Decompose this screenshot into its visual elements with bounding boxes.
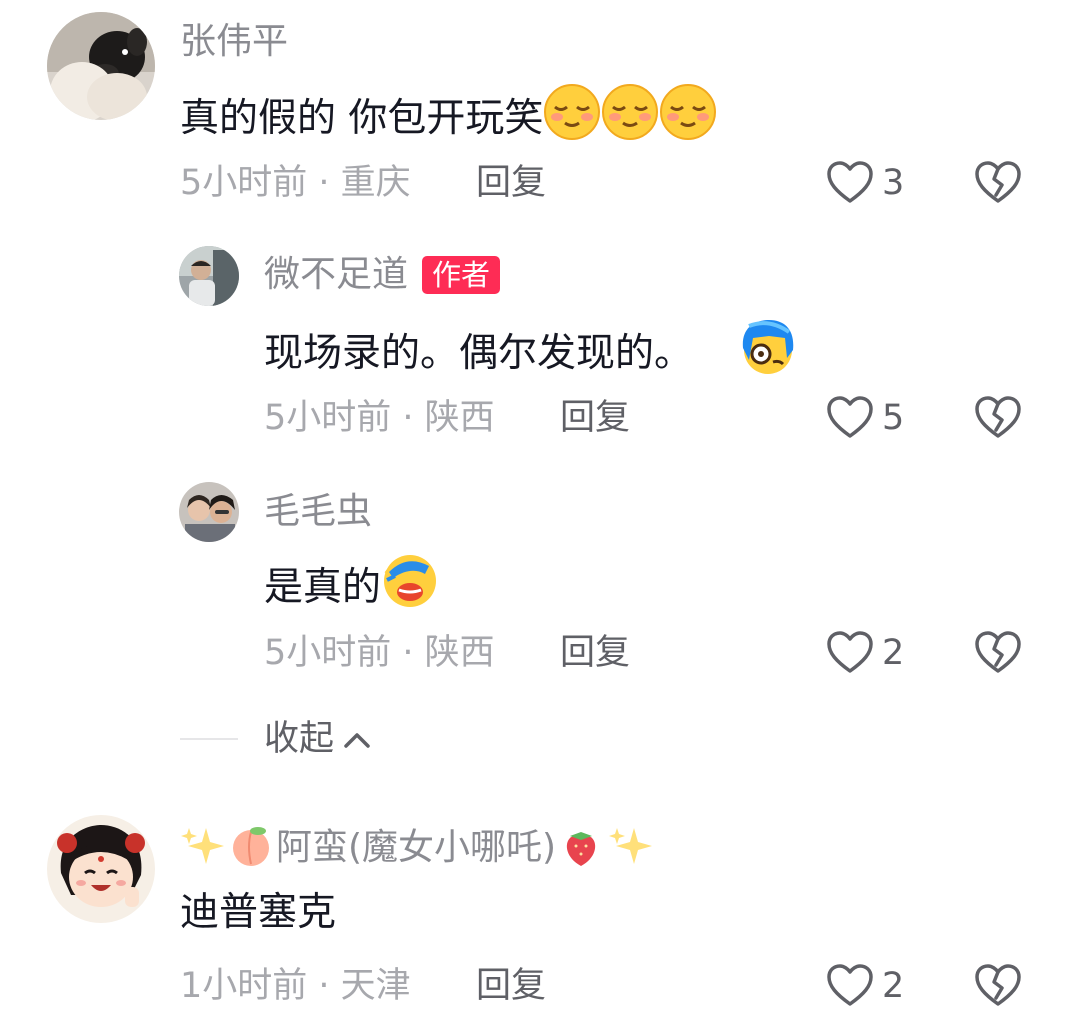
avatar[interactable] [179,482,239,542]
comment-header: 微不足道 作者 [264,255,501,295]
avatar[interactable] [179,246,239,306]
relieved-face-icon [543,83,601,154]
comment-text-body: 迪普塞克 [180,890,337,935]
comment-username[interactable]: 微不足道 [264,255,408,295]
dislike-icon[interactable] [974,963,1022,1011]
chevron-up-icon [342,719,372,759]
comment-text: 迪普塞克 [180,888,336,938]
comment-username[interactable]: 阿蛮(魔女小哪吒) [276,828,556,868]
avatar[interactable] [47,815,155,923]
like-count: 2 [882,966,905,1006]
like-count: 2 [882,633,905,673]
collapse-button[interactable]: 收起 [264,719,372,759]
comment-time-location: 5小时前 · 陕西 [264,398,495,438]
author-badge: 作者 [422,256,501,294]
blue-hair-monocle-face-icon [739,318,797,389]
comment-text: 真的假的 你包开玩笑 [180,83,717,154]
strawberry-icon [558,824,604,872]
sparkles-icon [608,824,654,872]
dislike-icon[interactable] [974,160,1022,208]
comment-text: 现场录的。偶尔发现的。 [264,318,797,389]
like-count: 3 [882,163,905,203]
comment-time-location: 5小时前 · 陕西 [264,633,495,673]
dislike-icon[interactable] [974,395,1022,443]
comment-header: 阿蛮(魔女小哪吒) [180,824,654,872]
dislike-icon[interactable] [974,630,1022,678]
comment-text-body: 现场录的。偶尔发现的。 [264,330,694,376]
comment-text-body: 真的假的 你包开玩笑 [180,95,544,141]
reply-button[interactable]: 回复 [476,163,546,203]
face-palm-crying-icon [381,552,439,623]
sparkles-icon [180,824,226,872]
relieved-face-icon [601,83,659,154]
like-icon[interactable] [826,395,874,443]
like-icon[interactable] [826,160,874,208]
collapse-divider [180,738,238,740]
reply-button[interactable]: 回复 [560,398,630,438]
like-icon[interactable] [826,630,874,678]
avatar[interactable] [47,12,155,120]
comment-time-location: 5小时前 · 重庆 [180,163,411,203]
collapse-label: 收起 [264,719,335,759]
relieved-face-icon [659,83,717,154]
comment-time-location: 1小时前 · 天津 [180,966,411,1006]
comment-text: 是真的 [264,552,439,623]
like-icon[interactable] [826,963,874,1011]
reply-button[interactable]: 回复 [476,966,546,1006]
comment-username[interactable]: 张伟平 [180,22,288,62]
like-count: 5 [882,398,905,438]
peach-icon [228,824,274,872]
reply-button[interactable]: 回复 [560,633,630,673]
comment-text-body: 是真的 [264,564,382,610]
comment-username[interactable]: 毛毛虫 [264,492,372,532]
